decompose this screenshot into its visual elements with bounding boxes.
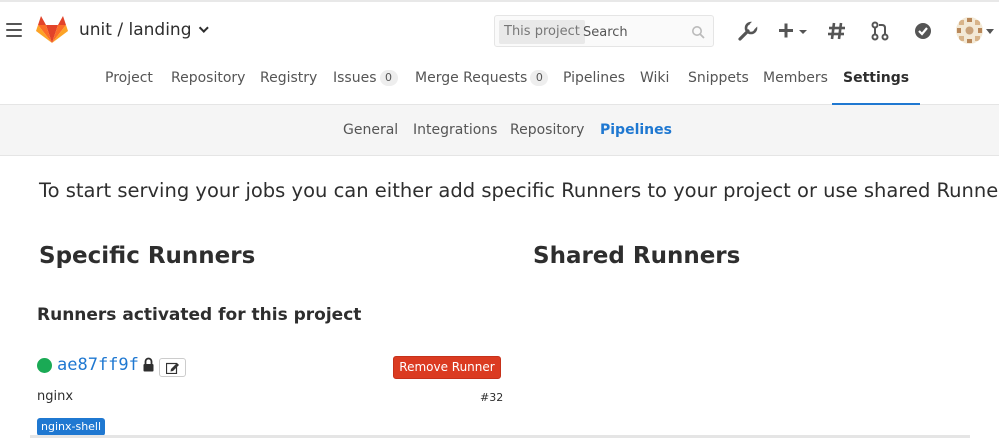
- top-header: unit / landing This project: [0, 0, 999, 58]
- hash-icon[interactable]: [826, 20, 848, 42]
- runner-status-online-icon: [37, 358, 52, 373]
- new-dropdown[interactable]: [777, 20, 811, 42]
- specific-runners-heading: Specific Runners: [39, 243, 256, 269]
- subtab-integrations[interactable]: Integrations: [413, 122, 497, 138]
- search-box[interactable]: This project: [494, 15, 714, 47]
- merge-requests-count-badge: 0: [530, 70, 549, 86]
- tab-members[interactable]: Members: [763, 58, 828, 105]
- subtab-repository[interactable]: Repository: [510, 122, 584, 138]
- tab-issues[interactable]: Issues 0: [333, 58, 398, 105]
- avatar-chevron-down-icon[interactable]: [986, 29, 994, 35]
- project-name[interactable]: landing: [128, 20, 191, 40]
- project-breadcrumb[interactable]: unit / landing: [79, 20, 209, 40]
- gitlab-logo[interactable]: [36, 14, 68, 44]
- breadcrumb-separator: /: [117, 20, 124, 40]
- divider: [30, 435, 970, 438]
- search-icon: [692, 26, 705, 39]
- lock-icon: [143, 357, 154, 372]
- avatar[interactable]: [956, 17, 983, 44]
- remove-runner-button[interactable]: Remove Runner: [393, 356, 501, 379]
- subtab-general[interactable]: General: [343, 122, 398, 138]
- tab-merge-requests[interactable]: Merge Requests 0: [415, 58, 549, 105]
- runner-description: nginx: [37, 389, 74, 404]
- edit-runner-button[interactable]: [159, 358, 186, 377]
- runner-tag: nginx-shell: [37, 418, 106, 436]
- tab-wiki[interactable]: Wiki: [640, 58, 669, 105]
- hamburger-icon[interactable]: [6, 23, 22, 37]
- runner-id: #32: [480, 391, 504, 404]
- namespace-name[interactable]: unit: [79, 20, 112, 40]
- search-scope-badge[interactable]: This project: [499, 20, 585, 44]
- tab-registry[interactable]: Registry: [260, 58, 317, 105]
- tab-repository[interactable]: Repository: [171, 58, 245, 105]
- project-nav: Project Repository Registry Issues 0 Merg…: [0, 58, 999, 105]
- search-input[interactable]: [583, 21, 683, 43]
- edit-icon: [166, 362, 179, 374]
- runners-intro-text: To start serving your jobs you can eithe…: [39, 179, 999, 202]
- settings-subnav: General Integrations Repository Pipeline…: [0, 105, 999, 156]
- runner-token-link[interactable]: ae87ff9f: [57, 355, 139, 375]
- tab-settings[interactable]: Settings: [832, 58, 921, 105]
- tab-project[interactable]: Project: [105, 58, 153, 105]
- merge-request-icon[interactable]: [869, 20, 891, 42]
- wrench-icon[interactable]: [737, 20, 759, 42]
- activated-runners-heading: Runners activated for this project: [37, 305, 362, 325]
- chevron-down-icon[interactable]: [198, 23, 209, 33]
- todo-check-icon[interactable]: [912, 20, 934, 42]
- shared-runners-heading: Shared Runners: [533, 243, 741, 269]
- tab-snippets[interactable]: Snippets: [688, 58, 749, 105]
- plus-icon[interactable]: [777, 20, 811, 42]
- subtab-pipelines[interactable]: Pipelines: [600, 122, 672, 138]
- issues-count-badge: 0: [379, 70, 398, 86]
- tab-pipelines[interactable]: Pipelines: [563, 58, 625, 105]
